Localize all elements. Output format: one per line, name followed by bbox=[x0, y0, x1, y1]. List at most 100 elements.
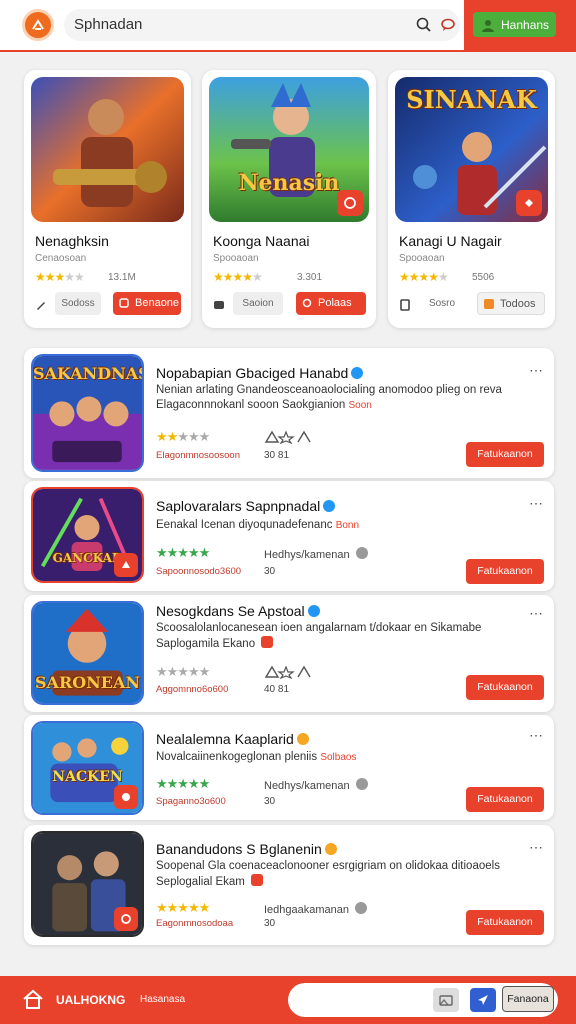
check-icon bbox=[355, 778, 368, 790]
app-thumbnail: SARONEAN bbox=[31, 601, 144, 705]
item-count: 30 bbox=[264, 918, 276, 929]
header-account-button[interactable]: Hanhans bbox=[473, 12, 556, 37]
check-icon bbox=[355, 902, 368, 914]
item-description: Soopenal Gla coenaceaclonooner esrgigria… bbox=[156, 860, 500, 888]
badge-icon bbox=[114, 907, 138, 931]
secondary-button[interactable]: Sosro bbox=[419, 292, 465, 315]
featured-card[interactable]: Nenasin Koonga Naanai Spooaoan ★★★★★ 3.3… bbox=[202, 70, 376, 328]
tag-icon bbox=[251, 874, 264, 886]
search-bar[interactable]: Sphnadan bbox=[64, 9, 460, 41]
list-item[interactable]: SARONEAN Nesogkdans Se Apstoal Scoosalol… bbox=[24, 595, 554, 712]
item-subtext: Elagonmnosoosoon bbox=[156, 450, 240, 461]
rating-stars: ★★★★★ bbox=[213, 270, 263, 284]
primary-button-label: Polaas bbox=[318, 297, 352, 309]
chat-icon[interactable] bbox=[440, 17, 456, 38]
badge-icon bbox=[114, 785, 138, 809]
meta-icons bbox=[264, 430, 312, 447]
rating-stars: ★★★★★ bbox=[35, 270, 85, 284]
install-button[interactable]: Fatukaanon bbox=[466, 442, 544, 467]
featured-image bbox=[31, 77, 184, 222]
primary-button[interactable]: Benaone bbox=[113, 292, 181, 315]
item-description: Nenian arlating Gnandeosceanoaolocialing… bbox=[156, 384, 502, 411]
check-icon bbox=[355, 547, 368, 559]
verified-badge-icon bbox=[307, 605, 320, 617]
more-menu-icon[interactable]: ⋯ bbox=[529, 839, 544, 856]
list-item[interactable]: Banandudons S Bglanenin Soopenal Gla coe… bbox=[24, 825, 554, 945]
primary-button[interactable]: Todoos bbox=[477, 292, 545, 315]
install-button[interactable]: Fatukaanon bbox=[466, 787, 544, 812]
item-count: 30 bbox=[264, 796, 276, 807]
rating-stars: ★★★★★ bbox=[156, 900, 210, 915]
install-button[interactable]: Fatukaanon bbox=[466, 559, 544, 584]
featured-title: Koonga Naanai bbox=[213, 233, 310, 249]
list-item[interactable]: SAKANDNAS Nopabapian Gbaciged Hanabd Nen… bbox=[24, 348, 554, 478]
featured-subtitle: Cenaosoan bbox=[35, 253, 87, 264]
nav-tab-home[interactable]: UALHOKNG bbox=[56, 993, 125, 1007]
download-count: 5506 bbox=[472, 272, 495, 283]
home-icon[interactable] bbox=[22, 989, 44, 1014]
top-bar: Sphnadan Hanhans bbox=[0, 0, 576, 52]
rating-stars: ★★★★★ bbox=[156, 429, 210, 444]
featured-subtitle: Spooaoan bbox=[213, 253, 259, 264]
tag-icon bbox=[261, 636, 274, 648]
more-menu-icon[interactable]: ⋯ bbox=[529, 495, 544, 512]
featured-card[interactable]: SINANAK Kanagi U Nagair Spooaoan ★★★★★ 5… bbox=[388, 70, 555, 328]
badge-icon bbox=[114, 553, 138, 577]
bottom-action-button[interactable]: Fanaona bbox=[502, 986, 554, 1012]
verified-badge-icon bbox=[324, 843, 337, 855]
app-thumbnail: NACKEN bbox=[31, 721, 144, 815]
item-description: Novalcaiinenkogeglonan pleniis Solbaos bbox=[156, 751, 357, 763]
verified-badge-icon bbox=[296, 733, 309, 745]
item-count: 30 bbox=[264, 566, 276, 577]
doc-icon bbox=[399, 298, 411, 316]
item-title: Nopabapian Gbaciged Hanabd bbox=[156, 365, 364, 381]
secondary-button[interactable]: Saoion bbox=[233, 292, 283, 315]
secondary-button[interactable]: Sodoss bbox=[55, 292, 101, 315]
more-menu-icon[interactable]: ⋯ bbox=[529, 727, 544, 744]
item-subtext: Spaganno3o600 bbox=[156, 796, 226, 807]
featured-title: Nenaghksin bbox=[35, 233, 109, 249]
download-count: 13.1M bbox=[108, 272, 136, 283]
list-item[interactable]: GANCKAD Saplovaralars Sapnpnadal Eenakal… bbox=[24, 481, 554, 591]
app-thumbnail: SAKANDNAS bbox=[31, 354, 144, 472]
thumbnail-art-title: SAKANDNAS bbox=[33, 364, 144, 383]
item-subtext: Sapoonnosodo3600 bbox=[156, 566, 242, 577]
search-input[interactable]: Sphnadan bbox=[74, 16, 142, 33]
rating-stars: ★★★★★ bbox=[156, 776, 210, 791]
list-item[interactable]: NACKEN Nealalemna Kaaplarid Novalcaiinen… bbox=[24, 715, 554, 820]
item-count: 30 81 bbox=[264, 450, 290, 461]
send-icon[interactable] bbox=[470, 988, 496, 1012]
install-button[interactable]: Fatukaanon bbox=[466, 910, 544, 935]
user-icon bbox=[482, 20, 494, 32]
more-menu-icon[interactable]: ⋯ bbox=[529, 605, 544, 622]
item-title: Nealalemna Kaaplarid bbox=[156, 731, 309, 747]
image-icon[interactable] bbox=[433, 988, 459, 1012]
item-meta: Hedhys/kamenan bbox=[264, 547, 368, 561]
item-title: Banandudons S Bglanenin bbox=[156, 841, 337, 857]
badge-icon bbox=[516, 190, 542, 216]
nav-tab-secondary[interactable]: Hasanasa bbox=[140, 994, 185, 1005]
verified-badge-icon bbox=[323, 500, 336, 512]
item-tag: Bonn bbox=[335, 520, 360, 531]
featured-subtitle: Spooaoan bbox=[399, 253, 445, 264]
search-icon[interactable] bbox=[416, 17, 432, 38]
thumbnail-art-title: SARONEAN bbox=[34, 673, 141, 692]
header-button-label: Hanhans bbox=[501, 18, 550, 32]
download-count: 3.301 bbox=[297, 272, 323, 283]
install-button[interactable]: Fatukaanon bbox=[466, 675, 544, 700]
item-count: 40 81 bbox=[264, 684, 290, 695]
pencil-icon bbox=[35, 298, 47, 316]
primary-button[interactable]: Polaas bbox=[296, 292, 366, 315]
logo-icon[interactable] bbox=[22, 9, 54, 41]
featured-card[interactable]: Nenaghksin Cenaosoan ★★★★★ 13.1M Sodoss … bbox=[24, 70, 191, 328]
item-tag: Soon bbox=[348, 400, 372, 411]
app-thumbnail: GANCKAD bbox=[31, 487, 144, 583]
meta-icons bbox=[264, 665, 312, 682]
rating-stars: ★★★★★ bbox=[156, 545, 210, 560]
item-description: Scoosalolanlocanesean ioen angalarnam t/… bbox=[156, 622, 482, 650]
item-title: Saplovaralars Sapnpnadal bbox=[156, 498, 336, 514]
item-title: Nesogkdans Se Apstoal bbox=[156, 603, 320, 619]
more-menu-icon[interactable]: ⋯ bbox=[529, 362, 544, 379]
folder-icon bbox=[213, 298, 225, 316]
verified-badge-icon bbox=[351, 367, 364, 379]
